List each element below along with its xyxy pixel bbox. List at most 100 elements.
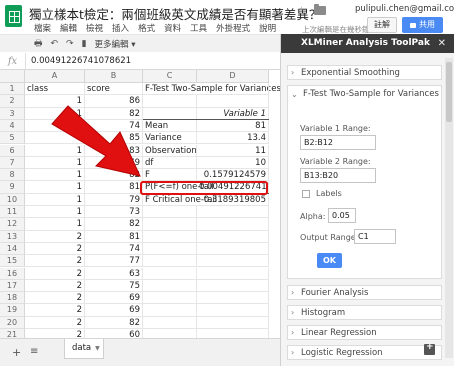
table-cell[interactable]: Mean: [143, 119, 197, 133]
row-header[interactable]: 6: [0, 144, 25, 157]
comments-button[interactable]: 註解: [367, 17, 397, 33]
table-cell[interactable]: 63: [85, 267, 143, 280]
row-header[interactable]: 1: [0, 83, 25, 96]
section-linear-regression[interactable]: › Linear Regression: [287, 325, 442, 340]
table-cell[interactable]: 11: [197, 144, 269, 157]
row-header[interactable]: 7: [0, 156, 25, 170]
share-button[interactable]: 共用: [402, 17, 443, 33]
table-cell[interactable]: score: [85, 83, 143, 96]
table-cell[interactable]: [197, 279, 269, 293]
table-cell[interactable]: [197, 316, 269, 329]
sidebar-scrollbar[interactable]: [445, 58, 453, 358]
section-fourier-analysis[interactable]: › Fourier Analysis: [287, 285, 442, 300]
menu-item[interactable]: 格式: [138, 22, 155, 34]
table-cell[interactable]: 2: [25, 329, 85, 338]
undo-icon[interactable]: ↶: [51, 39, 59, 49]
table-cell[interactable]: 74: [85, 242, 143, 256]
table-cell[interactable]: [197, 218, 269, 231]
row-header[interactable]: 12: [0, 218, 25, 231]
table-cell[interactable]: 69: [85, 304, 143, 317]
table-cell[interactable]: [197, 329, 269, 338]
menu-item[interactable]: 編輯: [60, 22, 77, 34]
table-cell[interactable]: [143, 206, 197, 219]
row-header[interactable]: 18: [0, 292, 25, 305]
table-cell[interactable]: 2: [25, 267, 85, 280]
row-header[interactable]: 16: [0, 267, 25, 280]
variable2-range-input[interactable]: B13:B20: [300, 168, 376, 183]
row-header[interactable]: 8: [0, 169, 25, 182]
ok-button[interactable]: OK: [317, 253, 342, 268]
formula-input[interactable]: 0.00491226741078621: [26, 56, 131, 66]
table-cell[interactable]: 0.3189319805: [197, 193, 269, 206]
labels-checkbox[interactable]: [302, 190, 310, 198]
table-cell[interactable]: [197, 267, 269, 280]
table-cell[interactable]: [197, 230, 269, 243]
row-header[interactable]: 15: [0, 255, 25, 268]
table-cell[interactable]: [143, 329, 197, 338]
table-cell[interactable]: [197, 242, 269, 256]
table-cell[interactable]: 10: [197, 156, 269, 170]
section-logistic-regression[interactable]: › Logistic Regression: [287, 345, 442, 360]
column-header-c[interactable]: C: [143, 70, 197, 83]
table-cell[interactable]: 2: [25, 292, 85, 305]
table-cell[interactable]: 2: [25, 316, 85, 329]
table-cell[interactable]: 13.4: [197, 132, 269, 145]
table-cell[interactable]: 81: [197, 119, 269, 133]
row-header[interactable]: 5: [0, 132, 25, 145]
table-cell[interactable]: [143, 267, 197, 280]
row-header[interactable]: 9: [0, 181, 25, 194]
alpha-input[interactable]: 0.05: [328, 208, 356, 223]
table-cell[interactable]: df: [143, 156, 197, 170]
row-header[interactable]: 11: [0, 206, 25, 219]
menu-item[interactable]: 檔案: [34, 22, 51, 34]
table-cell[interactable]: 1: [25, 193, 85, 206]
star-icon[interactable]: ☆: [296, 4, 307, 18]
row-header[interactable]: 2: [0, 95, 25, 108]
more-button[interactable]: 更多編輯 ▾: [95, 38, 136, 50]
table-cell[interactable]: [143, 279, 197, 293]
row-header[interactable]: 13: [0, 230, 25, 243]
table-cell[interactable]: [197, 304, 269, 317]
caret-down-icon[interactable]: ▼: [95, 345, 100, 352]
close-icon[interactable]: ✕: [438, 34, 446, 53]
row-header[interactable]: 10: [0, 193, 25, 206]
column-header-b[interactable]: B: [85, 70, 143, 83]
table-cell[interactable]: 1: [25, 206, 85, 219]
document-title[interactable]: 獨立樣本t檢定：兩個班級英文成績是否有顯著差異？: [29, 4, 321, 23]
table-cell[interactable]: [143, 230, 197, 243]
table-cell[interactable]: [143, 95, 197, 108]
table-cell[interactable]: 81: [85, 181, 143, 194]
menu-item[interactable]: 說明: [259, 22, 276, 34]
row-header[interactable]: 20: [0, 316, 25, 329]
table-cell[interactable]: 2: [25, 304, 85, 317]
table-cell[interactable]: [197, 292, 269, 305]
table-cell[interactable]: 1: [25, 218, 85, 231]
table-cell[interactable]: 81: [85, 230, 143, 243]
table-cell[interactable]: class: [25, 83, 85, 96]
section-histogram[interactable]: › Histogram: [287, 305, 442, 320]
menu-item[interactable]: 工具: [190, 22, 207, 34]
table-cell[interactable]: [143, 316, 197, 329]
table-cell[interactable]: 77: [85, 255, 143, 268]
row-header[interactable]: 21: [0, 329, 25, 338]
table-cell[interactable]: 2: [25, 279, 85, 293]
redo-icon[interactable]: ↷: [66, 39, 74, 49]
table-cell[interactable]: 75: [85, 279, 143, 293]
table-cell[interactable]: [197, 255, 269, 268]
table-cell[interactable]: 82: [85, 218, 143, 231]
table-cell[interactable]: [143, 242, 197, 256]
table-cell[interactable]: F Critical one-tail: [143, 194, 217, 206]
sheets-logo-icon[interactable]: [5, 5, 22, 27]
add-sheet-icon[interactable]: +: [12, 346, 21, 359]
table-cell[interactable]: 2: [25, 230, 85, 243]
table-cell[interactable]: F: [143, 169, 197, 182]
menu-item[interactable]: 檢視: [86, 22, 103, 34]
table-cell[interactable]: 79: [85, 193, 143, 206]
variable1-range-input[interactable]: B2:B12: [300, 135, 376, 150]
row-header[interactable]: 19: [0, 304, 25, 317]
row-header[interactable]: 14: [0, 242, 25, 256]
output-range-input[interactable]: C1: [354, 229, 396, 244]
table-cell[interactable]: [143, 304, 197, 317]
table-cell[interactable]: F-Test Two-Sample for Variances: [143, 83, 280, 96]
table-cell[interactable]: 73: [85, 206, 143, 219]
